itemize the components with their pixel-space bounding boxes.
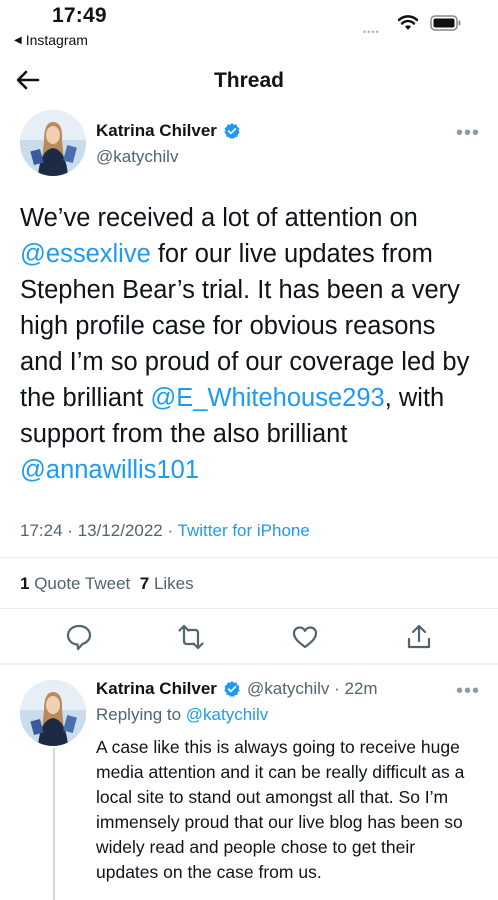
reply-author-name[interactable]: Katrina Chilver — [96, 679, 217, 699]
author-avatar[interactable] — [20, 110, 86, 176]
tweet-meta: 17:24 · 13/12/2022 · Twitter for iPhone — [20, 521, 310, 541]
replying-to: Replying to @katychilv — [96, 705, 268, 725]
mention-link-annawillis[interactable]: @annawillis101 — [20, 456, 199, 484]
back-app-label: Instagram — [25, 32, 88, 48]
likes-link[interactable]: 7 Likes — [140, 574, 194, 593]
section-divider — [0, 663, 498, 665]
reply-text: A case like this is always going to rece… — [96, 737, 465, 882]
replying-handle-link[interactable]: @katychilv — [186, 705, 268, 724]
battery-icon — [430, 15, 461, 31]
cell-signal-icon: •••• — [363, 27, 380, 37]
share-icon[interactable] — [404, 622, 434, 652]
tweet-source-link[interactable]: Twitter for iPhone — [178, 521, 310, 540]
retweet-icon[interactable] — [176, 622, 206, 652]
reply-header: Katrina Chilver @katychilv · 22m — [96, 679, 378, 699]
mention-link-e-whitehouse[interactable]: @E_Whitehouse293 — [150, 384, 384, 412]
author-name-row: Katrina Chilver — [96, 121, 241, 141]
reply-author-avatar[interactable] — [20, 680, 86, 746]
page-title: Thread — [213, 69, 284, 92]
status-time: 17:49 — [52, 4, 107, 27]
tweet-stats: 1 Quote Tweet 7 Likes — [20, 574, 194, 594]
tweet-timestamp[interactable]: 17:24 · 13/12/2022 · — [20, 521, 178, 540]
tweet-text: We’ve received a lot of attention on @es… — [20, 200, 482, 488]
thread-connector-line — [53, 748, 55, 900]
divider — [0, 557, 498, 558]
reply-icon[interactable] — [64, 622, 94, 652]
reply-more-options-icon[interactable]: ••• — [456, 680, 480, 703]
tweet-text-part: We’ve received a lot of attention on — [20, 204, 418, 232]
back-triangle-icon: ◀ — [14, 34, 22, 46]
author-handle[interactable]: @katychilv — [96, 147, 178, 167]
back-to-app-link[interactable]: ◀ Instagram — [14, 32, 88, 48]
wifi-icon — [398, 15, 418, 30]
verified-badge-icon — [224, 123, 240, 140]
like-icon[interactable] — [290, 622, 320, 652]
reply-handle-time[interactable]: @katychilv · 22m — [247, 679, 378, 699]
more-options-icon[interactable]: ••• — [456, 122, 480, 145]
mention-link-essexlive[interactable]: @essexlive — [20, 240, 151, 268]
verified-badge-icon — [224, 681, 240, 698]
author-name[interactable]: Katrina Chilver — [96, 121, 217, 141]
divider — [0, 608, 498, 609]
replying-prefix: Replying to — [96, 705, 186, 724]
quote-tweets-link[interactable]: 1 Quote Tweet — [20, 574, 130, 593]
